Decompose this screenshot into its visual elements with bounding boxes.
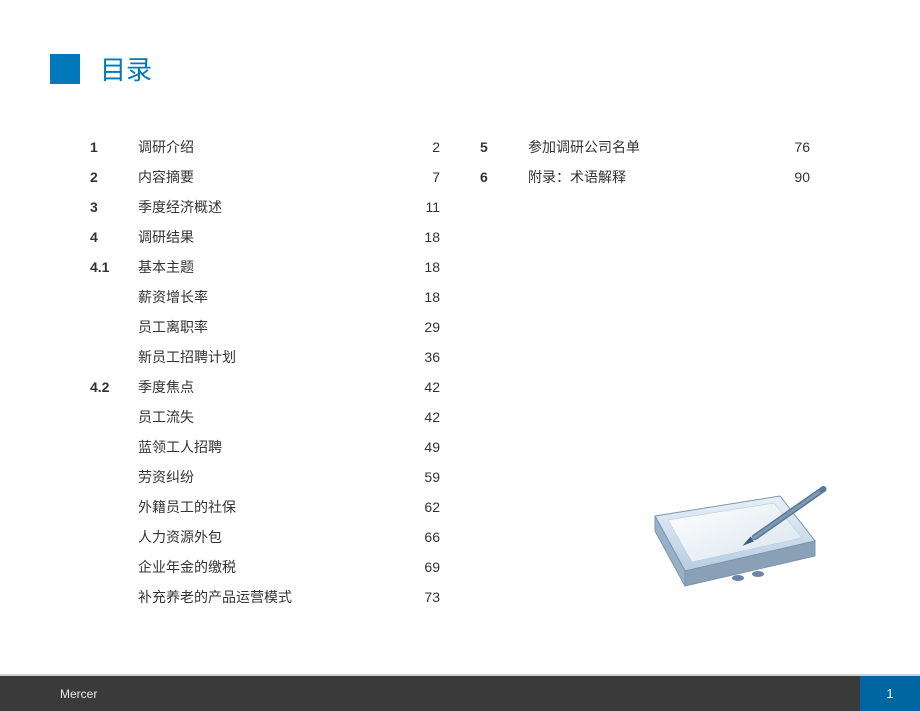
toc-label: 员工流失 xyxy=(130,407,400,427)
toc-row: 劳资纠纷59 xyxy=(90,467,440,487)
toc-row: 3季度经济概述11 xyxy=(90,197,440,217)
tablet-illustration xyxy=(640,461,830,601)
toc-page: 90 xyxy=(770,169,810,185)
toc-page: 11 xyxy=(400,199,440,215)
toc-row: 新员工招聘计划36 xyxy=(90,347,440,367)
toc-label: 薪资增长率 xyxy=(130,287,400,307)
toc-label: 附录：术语解释 xyxy=(520,167,770,187)
toc-page: 76 xyxy=(770,139,810,155)
toc-label: 内容摘要 xyxy=(130,167,400,187)
toc-label: 基本主题 xyxy=(130,257,400,277)
toc-label: 企业年金的缴税 xyxy=(130,557,400,577)
page-footer: Mercer 1 xyxy=(0,676,920,711)
toc-row: 员工流失42 xyxy=(90,407,440,427)
toc-label: 补充养老的产品运营模式 xyxy=(130,587,400,607)
toc-row: 1调研介绍2 xyxy=(90,137,440,157)
toc-row: 4.2季度焦点42 xyxy=(90,377,440,397)
toc-page: 7 xyxy=(400,169,440,185)
toc-page: 36 xyxy=(400,349,440,365)
page-header: 目录 xyxy=(0,0,920,87)
toc-row: 4调研结果18 xyxy=(90,227,440,247)
toc-label: 季度经济概述 xyxy=(130,197,400,217)
toc-row: 企业年金的缴税69 xyxy=(90,557,440,577)
toc-number: 6 xyxy=(480,169,520,185)
toc-label: 员工离职率 xyxy=(130,317,400,337)
page-title: 目录 xyxy=(100,50,152,87)
toc-row: 薪资增长率18 xyxy=(90,287,440,307)
toc-row: 2内容摘要7 xyxy=(90,167,440,187)
toc-row: 员工离职率29 xyxy=(90,317,440,337)
toc-label: 调研介绍 xyxy=(130,137,400,157)
toc-page: 73 xyxy=(400,589,440,605)
toc-label: 季度焦点 xyxy=(130,377,400,397)
toc-page: 49 xyxy=(400,439,440,455)
toc-page: 18 xyxy=(400,259,440,275)
toc-label: 人力资源外包 xyxy=(130,527,400,547)
footer-brand: Mercer xyxy=(0,676,860,711)
toc-number: 4 xyxy=(90,229,130,245)
toc-label: 外籍员工的社保 xyxy=(130,497,400,517)
toc-page: 42 xyxy=(400,379,440,395)
toc-row: 6附录：术语解释90 xyxy=(480,167,810,187)
toc-number: 3 xyxy=(90,199,130,215)
toc-column-left: 1调研介绍22内容摘要73季度经济概述114调研结果184.1基本主题18薪资增… xyxy=(90,137,440,617)
toc-label: 蓝领工人招聘 xyxy=(130,437,400,457)
toc-row: 外籍员工的社保62 xyxy=(90,497,440,517)
toc-page: 29 xyxy=(400,319,440,335)
title-accent-square xyxy=(50,54,80,84)
toc-row: 人力资源外包66 xyxy=(90,527,440,547)
toc-number: 5 xyxy=(480,139,520,155)
toc-row: 5参加调研公司名单76 xyxy=(480,137,810,157)
toc-page: 18 xyxy=(400,289,440,305)
toc-page: 42 xyxy=(400,409,440,425)
toc-page: 2 xyxy=(400,139,440,155)
toc-page: 59 xyxy=(400,469,440,485)
toc-number: 4.1 xyxy=(90,259,130,275)
toc-row: 蓝领工人招聘49 xyxy=(90,437,440,457)
toc-label: 劳资纠纷 xyxy=(130,467,400,487)
toc-page: 18 xyxy=(400,229,440,245)
footer-page-number: 1 xyxy=(860,676,920,711)
toc-label: 新员工招聘计划 xyxy=(130,347,400,367)
toc-label: 调研结果 xyxy=(130,227,400,247)
toc-page: 66 xyxy=(400,529,440,545)
toc-page: 62 xyxy=(400,499,440,515)
toc-number: 1 xyxy=(90,139,130,155)
toc-page: 69 xyxy=(400,559,440,575)
toc-number: 2 xyxy=(90,169,130,185)
toc-label: 参加调研公司名单 xyxy=(520,137,770,157)
toc-number: 4.2 xyxy=(90,379,130,395)
toc-row: 4.1基本主题18 xyxy=(90,257,440,277)
toc-row: 补充养老的产品运营模式73 xyxy=(90,587,440,607)
